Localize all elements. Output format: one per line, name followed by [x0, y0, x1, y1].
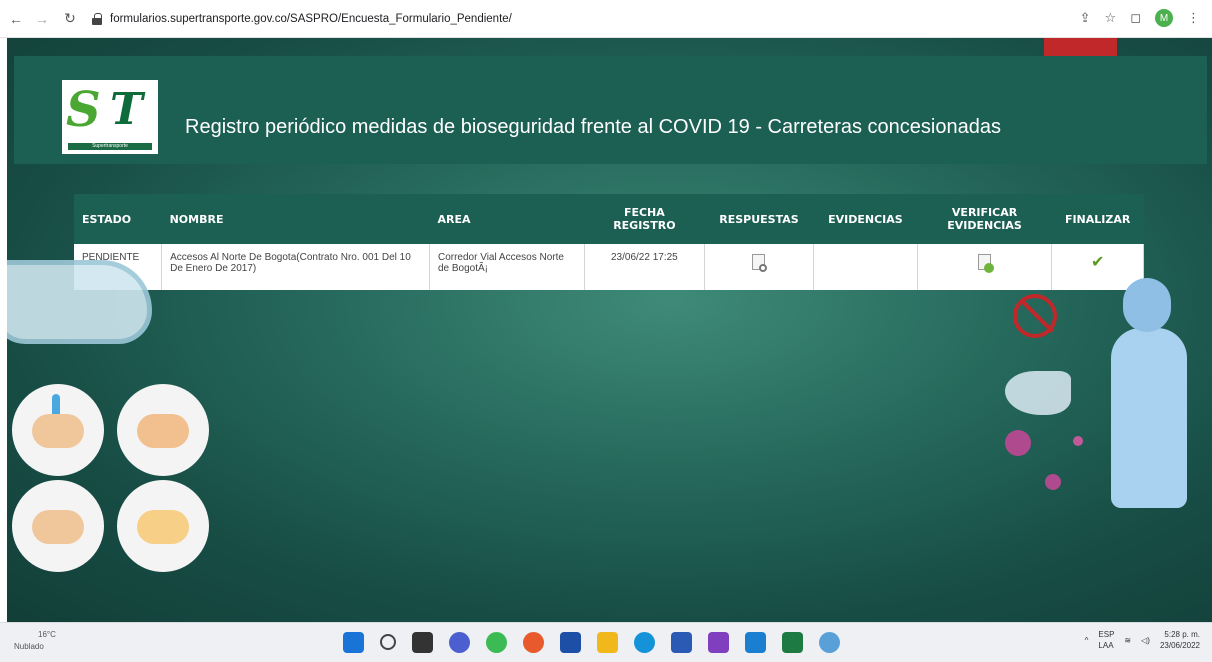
- tray-chevron-icon[interactable]: ^: [1085, 635, 1089, 646]
- col-evidencias: EVIDENCIAS: [813, 194, 918, 244]
- virus-icon: [1005, 430, 1031, 456]
- col-area: AREA: [429, 194, 585, 244]
- wifi-icon[interactable]: ≋: [1124, 635, 1131, 646]
- virus-icon: [1073, 436, 1083, 446]
- surveys-table: ESTADO NOMBRE AREA FECHA REGISTRO RESPUE…: [74, 194, 1144, 290]
- bookmark-star-icon[interactable]: ☆: [1105, 10, 1117, 26]
- address-url: formularios.supertransporte.gov.co/SASPR…: [110, 13, 512, 25]
- view-document-icon[interactable]: [752, 254, 768, 272]
- col-nombre: NOMBRE: [161, 194, 430, 244]
- menu-kebab-icon[interactable]: ⋮: [1187, 10, 1200, 26]
- cell-respuestas: [704, 244, 814, 290]
- header-band: ST Supertransporte Registro periódico me…: [14, 56, 1207, 164]
- red-corner-tab: [1044, 38, 1117, 58]
- face-mask-illustration: [7, 260, 152, 344]
- verify-document-icon[interactable]: [978, 254, 995, 273]
- reload-icon[interactable]: ↻: [60, 9, 80, 29]
- excel-icon[interactable]: [782, 632, 803, 653]
- virus-icon: [1045, 474, 1061, 490]
- clock[interactable]: 5:28 p. m. 23/06/2022: [1160, 629, 1200, 651]
- volume-icon[interactable]: ◁): [1141, 635, 1150, 646]
- cell-area: Corredor Vial Accesos Norte de BogotÃ¡: [429, 244, 585, 290]
- firefox-icon[interactable]: [523, 632, 544, 653]
- handwash-clean-illustration: [117, 480, 209, 572]
- task-view-icon[interactable]: [412, 632, 433, 653]
- edge-icon[interactable]: [634, 632, 655, 653]
- browser-toolbar: ← → ↻ formularios.supertransporte.gov.co…: [0, 0, 1212, 38]
- cell-nombre: Accesos Al Norte De Bogota(Contrato Nro.…: [161, 244, 430, 290]
- page-content: ST Supertransporte Registro periódico me…: [7, 38, 1212, 622]
- profile-avatar[interactable]: M: [1155, 9, 1173, 27]
- table-row: PENDIENTE Accesos Al Norte De Bogota(Con…: [74, 244, 1144, 290]
- col-fecha-registro: FECHA REGISTRO: [584, 194, 705, 244]
- mail-icon[interactable]: [745, 632, 766, 653]
- col-estado: ESTADO: [74, 194, 162, 244]
- onenote-icon[interactable]: [708, 632, 729, 653]
- chrome-icon[interactable]: [486, 632, 507, 653]
- disinfectant-spray-illustration: [1005, 371, 1071, 415]
- handwash-scrub-illustration: [12, 480, 104, 572]
- no-symbol-icon: [1013, 294, 1057, 338]
- cell-evidencias: [813, 244, 918, 290]
- windows-taskbar: 16°C Nublado ^ ESP LAA ≋ ◁) 5:28 p. m. 23/…: [0, 622, 1212, 662]
- address-bar[interactable]: formularios.supertransporte.gov.co/SASPR…: [92, 6, 512, 32]
- store-icon[interactable]: [560, 632, 581, 653]
- cell-fecha: 23/06/22 17:25: [584, 244, 705, 290]
- health-worker-illustration: [1097, 278, 1187, 518]
- handwash-soap-illustration: [117, 384, 209, 476]
- handwash-water-illustration: [12, 384, 104, 476]
- language-indicator[interactable]: ESP LAA: [1098, 629, 1114, 651]
- side-panel-icon[interactable]: ◻: [1130, 10, 1141, 26]
- share-icon[interactable]: ⇪: [1080, 10, 1091, 26]
- supertransporte-logo: ST Supertransporte: [62, 80, 158, 154]
- start-menu-icon[interactable]: [343, 632, 364, 653]
- file-explorer-icon[interactable]: [597, 632, 618, 653]
- col-verificar-evidencias: VERIFICAR EVIDENCIAS: [917, 194, 1052, 244]
- forward-arrow-icon[interactable]: →: [32, 9, 52, 29]
- weather-widget[interactable]: 16°C Nublado: [14, 629, 56, 653]
- back-arrow-icon[interactable]: ←: [6, 9, 26, 29]
- chat-icon[interactable]: [449, 632, 470, 653]
- col-finalizar: FINALIZAR: [1051, 194, 1144, 244]
- globe-app-icon[interactable]: [819, 632, 840, 653]
- word-icon[interactable]: [671, 632, 692, 653]
- lock-icon: [92, 13, 102, 25]
- col-respuestas: RESPUESTAS: [704, 194, 814, 244]
- page-title: Registro periódico medidas de biosegurid…: [185, 116, 1001, 138]
- checkmark-icon[interactable]: ✔: [1091, 254, 1104, 271]
- search-icon[interactable]: [380, 634, 396, 650]
- cell-verificar: [917, 244, 1053, 290]
